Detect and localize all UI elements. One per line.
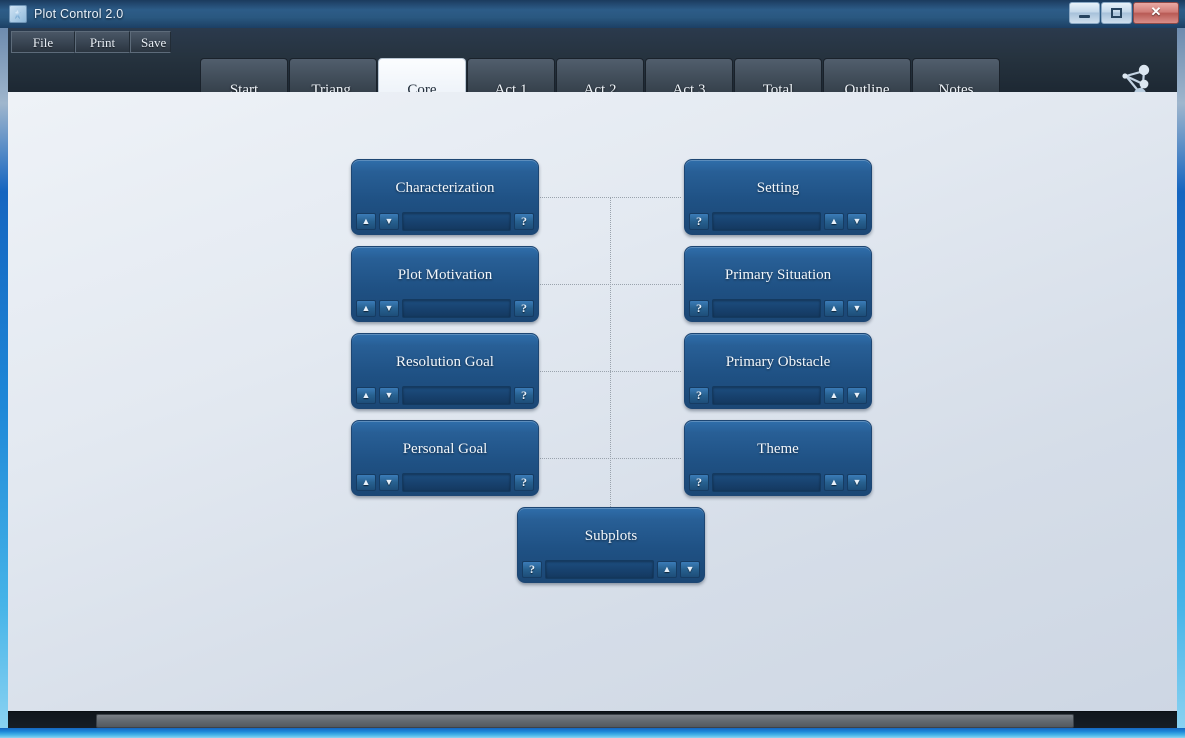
down-arrow-icon[interactable]: ▼ (847, 386, 867, 404)
up-arrow-icon[interactable]: ▲ (657, 560, 677, 578)
connector-spine (610, 197, 611, 515)
help-icon[interactable]: ? (514, 212, 534, 230)
card-value-field[interactable] (545, 559, 654, 579)
card-title: Resolution Goal (396, 354, 494, 370)
window-controls: ✕ (1069, 2, 1179, 24)
card-primary-situation[interactable]: Primary Situation ? ▲ ▼ (684, 246, 872, 322)
card-footer: ▲ ▼ ? (352, 211, 538, 234)
down-arrow-icon[interactable]: ▼ (680, 560, 700, 578)
up-arrow-icon[interactable]: ▲ (356, 299, 376, 317)
menu-save[interactable]: Save (130, 31, 171, 53)
minimize-button[interactable] (1069, 2, 1100, 24)
help-icon[interactable]: ? (514, 473, 534, 491)
card-value-field[interactable] (712, 472, 821, 492)
up-arrow-icon[interactable]: ▲ (356, 473, 376, 491)
card-title: Characterization (395, 180, 495, 196)
help-icon[interactable]: ? (514, 299, 534, 317)
card-footer: ▲ ▼ ? (352, 385, 538, 408)
window-title: Plot Control 2.0 (34, 7, 124, 21)
connector-row-2 (530, 284, 681, 285)
card-footer: ? ▲ ▼ (685, 472, 871, 495)
connector-row-4 (530, 458, 681, 459)
scrollbar-thumb[interactable] (95, 714, 1074, 728)
card-title: Theme (757, 441, 799, 457)
up-arrow-icon[interactable]: ▲ (824, 299, 844, 317)
down-arrow-icon[interactable]: ▼ (379, 473, 399, 491)
app-star-icon (9, 5, 27, 23)
card-value-field[interactable] (402, 385, 511, 405)
card-title: Subplots (584, 528, 638, 544)
card-title: Setting (756, 180, 800, 196)
menu-print[interactable]: Print (75, 31, 130, 53)
menu-bar: File Print Save (11, 31, 171, 53)
card-subplots[interactable]: Subplots ? ▲ ▼ (517, 507, 705, 583)
up-arrow-icon[interactable]: ▲ (824, 212, 844, 230)
card-footer: ▲ ▼ ? (352, 298, 538, 321)
card-title: Personal Goal (402, 441, 488, 457)
card-footer: ? ▲ ▼ (518, 559, 704, 582)
card-value-field[interactable] (712, 298, 821, 318)
card-title: Primary Situation (724, 267, 832, 283)
help-icon[interactable]: ? (522, 560, 542, 578)
card-value-field[interactable] (402, 472, 511, 492)
connector-row-1 (530, 197, 681, 198)
card-title: Plot Motivation (397, 267, 493, 283)
down-arrow-icon[interactable]: ▼ (379, 299, 399, 317)
help-icon[interactable]: ? (689, 299, 709, 317)
help-icon[interactable]: ? (689, 473, 709, 491)
down-arrow-icon[interactable]: ▼ (379, 212, 399, 230)
card-personal-goal[interactable]: Personal Goal ▲ ▼ ? (351, 420, 539, 496)
card-footer: ▲ ▼ ? (352, 472, 538, 495)
card-resolution-goal[interactable]: Resolution Goal ▲ ▼ ? (351, 333, 539, 409)
card-footer: ? ▲ ▼ (685, 385, 871, 408)
card-plot-motivation[interactable]: Plot Motivation ▲ ▼ ? (351, 246, 539, 322)
title-bar: Plot Control 2.0 ✕ (0, 0, 1185, 28)
maximize-button[interactable] (1101, 2, 1132, 24)
client-area: File Print Save Start Triang. Core Act 1… (8, 28, 1177, 728)
window-frame-bottom (0, 728, 1185, 738)
window-frame-right (1177, 0, 1185, 738)
menu-file[interactable]: File (11, 31, 75, 53)
card-setting[interactable]: Setting ? ▲ ▼ (684, 159, 872, 235)
window-frame-left (0, 0, 8, 738)
card-footer: ? ▲ ▼ (685, 298, 871, 321)
down-arrow-icon[interactable]: ▼ (379, 386, 399, 404)
up-arrow-icon[interactable]: ▲ (356, 212, 376, 230)
application-window: Plot Control 2.0 ✕ File Print Save Start… (0, 0, 1185, 738)
close-button[interactable]: ✕ (1133, 2, 1179, 24)
plot-canvas: Characterization ▲ ▼ ? Plot Motivation ▲… (8, 92, 1177, 728)
up-arrow-icon[interactable]: ▲ (824, 386, 844, 404)
down-arrow-icon[interactable]: ▼ (847, 473, 867, 491)
horizontal-scrollbar[interactable] (8, 711, 1177, 728)
close-icon: ✕ (1150, 4, 1162, 19)
card-primary-obstacle[interactable]: Primary Obstacle ? ▲ ▼ (684, 333, 872, 409)
card-value-field[interactable] (402, 211, 511, 231)
card-value-field[interactable] (712, 385, 821, 405)
card-value-field[interactable] (402, 298, 511, 318)
down-arrow-icon[interactable]: ▼ (847, 299, 867, 317)
down-arrow-icon[interactable]: ▼ (847, 212, 867, 230)
card-theme[interactable]: Theme ? ▲ ▼ (684, 420, 872, 496)
help-icon[interactable]: ? (689, 386, 709, 404)
up-arrow-icon[interactable]: ▲ (356, 386, 376, 404)
card-characterization[interactable]: Characterization ▲ ▼ ? (351, 159, 539, 235)
connector-row-3 (530, 371, 681, 372)
help-icon[interactable]: ? (689, 212, 709, 230)
card-value-field[interactable] (712, 211, 821, 231)
up-arrow-icon[interactable]: ▲ (824, 473, 844, 491)
help-icon[interactable]: ? (514, 386, 534, 404)
card-footer: ? ▲ ▼ (685, 211, 871, 234)
toolbar-strip: File Print Save Start Triang. Core Act 1… (8, 28, 1177, 122)
card-title: Primary Obstacle (725, 354, 831, 370)
